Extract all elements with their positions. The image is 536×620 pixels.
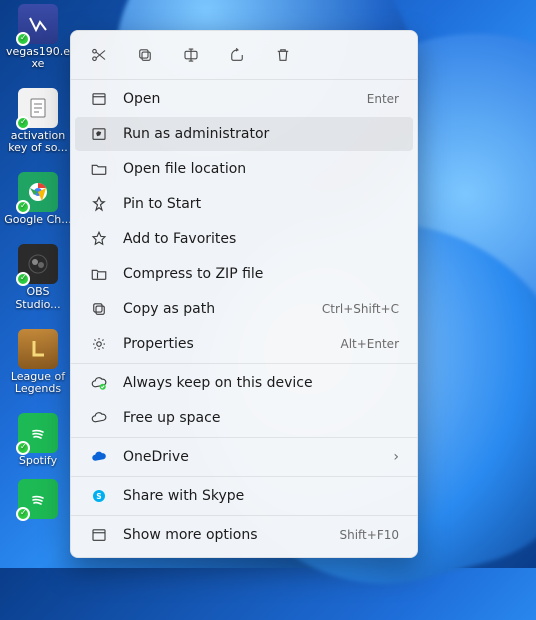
onedrive-icon [89,447,109,467]
menu-item-properties[interactable]: Properties Alt+Enter [75,327,413,361]
menu-item-label: Share with Skype [123,488,399,504]
menu-item-show-more[interactable]: Show more options Shift+F10 [75,518,413,552]
scissors-icon [90,46,108,64]
menu-item-open-location[interactable]: Open file location [75,152,413,186]
chevron-right-icon: › [393,449,399,465]
desktop-icon-lol[interactable]: League of Legends [4,329,72,395]
menu-item-label: Add to Favorites [123,231,399,247]
window-icon [89,525,109,545]
desktop-icon-label: Spotify [19,455,57,467]
context-menu: Open Enter Run as administrator Open fil… [70,30,418,558]
pin-icon [89,194,109,214]
folder-icon [89,159,109,179]
menu-item-label: Always keep on this device [123,375,399,391]
sync-badge-icon [16,32,30,46]
menu-item-onedrive[interactable]: OneDrive › [75,440,413,474]
menu-item-free-space[interactable]: Free up space [75,401,413,435]
menu-item-label: Open file location [123,161,399,177]
desktop-icon-spotify-2[interactable] [18,479,58,519]
menu-item-accel: Shift+F10 [339,528,399,542]
copy-button[interactable] [133,43,157,67]
separator [71,437,417,438]
menu-item-label: Copy as path [123,301,322,317]
sync-badge-icon [16,441,30,455]
rename-button[interactable] [179,43,203,67]
trash-icon [274,46,292,64]
desktop-icons: vegas190.exe activation key of so... Goo… [4,4,72,519]
shield-icon [89,124,109,144]
desktop-icon-label: Google Ch... [4,214,71,226]
star-icon [89,229,109,249]
menu-item-label: Pin to Start [123,196,399,212]
spotify-icon [18,479,58,519]
desktop-icon-vegas[interactable]: vegas190.exe [4,4,72,70]
desktop-icon-label: activation key of so... [4,130,72,154]
menu-item-always-keep[interactable]: Always keep on this device [75,366,413,400]
desktop-icon-obs[interactable]: OBS Studio... [4,244,72,310]
menu-item-label: Show more options [123,527,339,543]
sync-badge-icon [16,200,30,214]
desktop-icon-label: OBS Studio... [4,286,72,310]
menu-item-accel: Ctrl+Shift+C [322,302,399,316]
open-icon [89,89,109,109]
desktop-icon-label: League of Legends [4,371,72,395]
share-button[interactable] [225,43,249,67]
menu-item-label: Free up space [123,410,399,426]
desktop-icon-spotify[interactable]: Spotify [18,413,58,467]
skype-icon: S [89,486,109,506]
separator [71,79,417,80]
menu-item-open[interactable]: Open Enter [75,82,413,116]
cut-button[interactable] [87,43,111,67]
spotify-icon [18,413,58,453]
separator [71,363,417,364]
separator [71,476,417,477]
copy-icon [136,46,154,64]
desktop-icon-label: vegas190.exe [4,46,72,70]
share-icon [228,46,246,64]
menu-item-run-as-admin[interactable]: Run as administrator [75,117,413,151]
properties-icon [89,334,109,354]
menu-item-label: OneDrive [123,449,393,465]
copy-path-icon [89,299,109,319]
svg-text:S: S [96,492,101,501]
cloud-keep-icon [89,373,109,393]
menu-item-accel: Enter [367,92,399,106]
text-file-icon [18,88,58,128]
sync-badge-icon [16,507,30,521]
delete-button[interactable] [271,43,295,67]
lol-icon [18,329,58,369]
cloud-icon [89,408,109,428]
chrome-icon [18,172,58,212]
menu-item-compress[interactable]: Compress to ZIP file [75,257,413,291]
obs-icon [18,244,58,284]
rename-icon [182,46,200,64]
menu-item-accel: Alt+Enter [340,337,399,351]
zip-icon [89,264,109,284]
desktop-icon-activation[interactable]: activation key of so... [4,88,72,154]
sync-badge-icon [16,272,30,286]
separator [71,515,417,516]
menu-item-label: Run as administrator [123,126,399,142]
context-toolbar [71,31,417,77]
sync-badge-icon [16,116,30,130]
app-icon [18,4,58,44]
desktop-icon-chrome[interactable]: Google Ch... [4,172,71,226]
menu-item-label: Compress to ZIP file [123,266,399,282]
menu-item-label: Properties [123,336,340,352]
menu-item-skype[interactable]: S Share with Skype [75,479,413,513]
menu-item-label: Open [123,91,367,107]
menu-item-pin-to-start[interactable]: Pin to Start [75,187,413,221]
menu-item-copy-path[interactable]: Copy as path Ctrl+Shift+C [75,292,413,326]
menu-item-favorites[interactable]: Add to Favorites [75,222,413,256]
